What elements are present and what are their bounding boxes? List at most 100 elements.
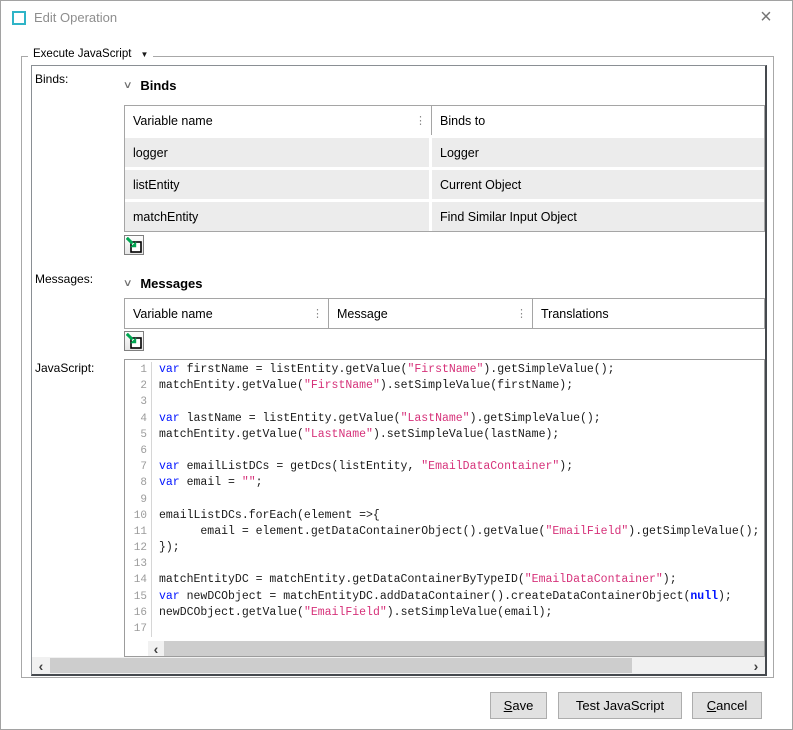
column-header-message[interactable]: Message ⋮ (328, 299, 532, 328)
messages-table-header: Variable name ⋮ Message ⋮ Translations (125, 299, 764, 328)
code-line[interactable]: 12}); (125, 540, 764, 556)
javascript-row-label: JavaScript: (35, 361, 94, 375)
binds-section-header[interactable]: ∨ Binds (124, 78, 176, 93)
cancel-accel: C (707, 698, 716, 713)
code-line[interactable]: 9 (125, 492, 764, 508)
cancel-label: ancel (716, 698, 747, 713)
messages-row-label: Messages: (35, 272, 93, 286)
code-text: var email = ""; (159, 475, 263, 491)
binds-table: Variable name ⋮ Binds to loggerLogger lis… (124, 105, 765, 232)
code-line[interactable]: 5 matchEntity.getValue("LastName").setSim… (125, 427, 764, 443)
editor-scrollbar-thumb[interactable] (164, 641, 764, 656)
column-menu-icon[interactable]: ⋮ (312, 307, 323, 320)
column-header-binds-to[interactable]: Binds to (431, 106, 764, 135)
chevron-down-icon[interactable]: ▼ (140, 50, 148, 59)
line-number: 5 (125, 427, 152, 443)
line-number: 7 (125, 459, 152, 475)
column-menu-icon[interactable]: ⋮ (516, 307, 527, 320)
code-text: emailListDCs.forEach(element =>{ (159, 508, 380, 524)
title-bar: Edit Operation × (1, 1, 792, 35)
line-number: 1 (125, 362, 152, 378)
table-cell: Current Object (432, 170, 764, 199)
collapse-chevron-icon[interactable]: ∨ (123, 80, 133, 91)
dialog-title: Edit Operation (34, 10, 117, 25)
panel-scrollbar-thumb[interactable] (50, 658, 632, 673)
binds-add-row-button[interactable] (124, 235, 144, 255)
line-number: 15 (125, 589, 152, 605)
table-cell: logger (125, 138, 429, 167)
table-cell: listEntity (125, 170, 429, 199)
editor-horizontal-scrollbar[interactable]: ‹ (148, 641, 764, 656)
javascript-code-editor[interactable]: 1 var firstName = listEntity.getValue("Fi… (124, 359, 765, 657)
scroll-left-icon[interactable]: ‹ (148, 641, 164, 656)
line-number: 11 (125, 524, 152, 540)
code-line[interactable]: 8 var email = ""; (125, 475, 764, 491)
code-lines: 1 var firstName = listEntity.getValue("Fi… (125, 362, 764, 637)
code-text: matchEntity.getValue("LastName").setSimp… (159, 427, 559, 443)
code-line[interactable]: 15 var newDCObject = matchEntityDC.addDat… (125, 589, 764, 605)
binds-table-rows: loggerLoggerlistEntityCurrent Objectmatc… (125, 138, 764, 231)
messages-section-title: Messages (140, 276, 202, 291)
code-line[interactable]: 13 (125, 556, 764, 572)
line-number: 2 (125, 378, 152, 394)
groupbox-legend-label: Execute JavaScript (33, 48, 131, 60)
messages-add-row-button[interactable] (124, 331, 144, 351)
binds-section-title: Binds (140, 78, 176, 93)
code-line[interactable]: 6 (125, 443, 764, 459)
test-javascript-button[interactable]: Test JavaScript (558, 692, 682, 719)
table-cell: Find Similar Input Object (432, 202, 764, 231)
close-icon[interactable]: × (754, 5, 778, 29)
groupbox-legend[interactable]: Execute JavaScript ▼ (28, 48, 153, 60)
save-label: ave (512, 698, 533, 713)
code-text: newDCObject.getValue("EmailField").setSi… (159, 605, 552, 621)
column-header-variable-name[interactable]: Variable name ⋮ (125, 106, 431, 135)
column-menu-icon[interactable]: ⋮ (415, 114, 426, 127)
add-row-icon (126, 333, 142, 349)
code-line[interactable]: 2matchEntity.getValue("FirstName").setSi… (125, 378, 764, 394)
column-header-translations[interactable]: Translations (532, 299, 764, 328)
scroll-right-icon[interactable]: › (748, 657, 764, 674)
code-line[interactable]: 16newDCObject.getValue("EmailField").set… (125, 605, 764, 621)
code-text: matchEntityDC = matchEntity.getDataConta… (159, 572, 677, 588)
binds-table-header: Variable name ⋮ Binds to (125, 106, 764, 135)
code-text: var newDCObject = matchEntityDC.addDataC… (159, 589, 732, 605)
line-number: 10 (125, 508, 152, 524)
panel-horizontal-scrollbar[interactable]: ‹ › (32, 657, 765, 674)
code-text: }); (159, 540, 180, 556)
edit-operation-dialog: Edit Operation × Execute JavaScript ▼ Bi… (0, 0, 793, 730)
collapse-chevron-icon[interactable]: ∨ (123, 278, 133, 289)
code-line[interactable]: 14 matchEntityDC = matchEntity.getDataCon… (125, 572, 764, 588)
cancel-button[interactable]: Cancel (692, 692, 762, 719)
line-number: 9 (125, 492, 152, 508)
column-header-label: Variable name (133, 114, 213, 128)
column-header-label: Variable name (133, 307, 213, 321)
code-line[interactable]: 1 var firstName = listEntity.getValue("Fi… (125, 362, 764, 378)
code-line[interactable]: 11 email = element.getDataContainerObjec… (125, 524, 764, 540)
column-header-label: Translations (541, 307, 609, 321)
line-number: 13 (125, 556, 152, 572)
code-line[interactable]: 7 var emailListDCs = getDcs(listEntity, "… (125, 459, 764, 475)
code-line[interactable]: 4var lastName = listEntity.getValue("Las… (125, 411, 764, 427)
line-number: 4 (125, 411, 152, 427)
table-row[interactable]: listEntityCurrent Object (125, 170, 764, 199)
code-text: var firstName = listEntity.getValue("Fir… (159, 362, 615, 378)
code-line[interactable]: 3 (125, 394, 764, 410)
scroll-left-icon[interactable]: ‹ (33, 657, 49, 674)
app-window-icon (12, 11, 26, 25)
line-number: 14 (125, 572, 152, 588)
column-header-variable-name[interactable]: Variable name ⋮ (125, 299, 328, 328)
code-line[interactable]: 17 (125, 621, 764, 637)
messages-section-header[interactable]: ∨ Messages (124, 276, 202, 291)
code-text: email = element.getDataContainerObject()… (159, 524, 759, 540)
line-number: 6 (125, 443, 152, 459)
messages-table: Variable name ⋮ Message ⋮ Translations (124, 298, 765, 329)
line-number: 12 (125, 540, 152, 556)
save-button[interactable]: Save (490, 692, 547, 719)
code-text: var emailListDCs = getDcs(listEntity, "E… (159, 459, 573, 475)
line-number: 8 (125, 475, 152, 491)
table-row[interactable]: loggerLogger (125, 138, 764, 167)
operation-panel: Binds: Messages: JavaScript: ∨ Binds Var… (31, 65, 767, 676)
table-cell: matchEntity (125, 202, 429, 231)
table-row[interactable]: matchEntityFind Similar Input Object (125, 202, 764, 231)
code-line[interactable]: 10 emailListDCs.forEach(element =>{ (125, 508, 764, 524)
